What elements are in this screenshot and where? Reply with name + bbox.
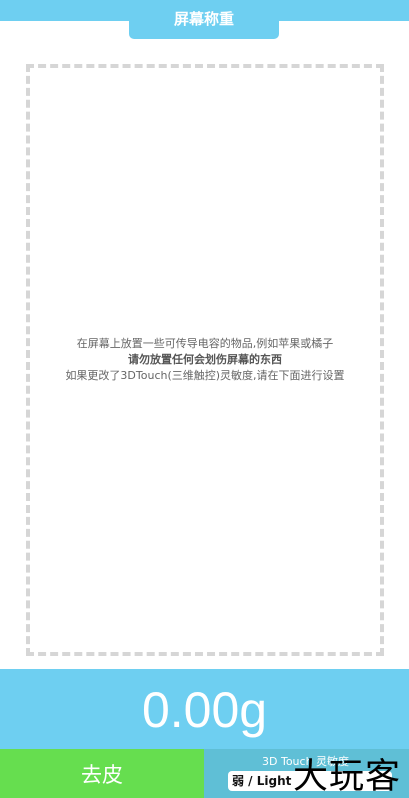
weight-value: 0.00g xyxy=(141,682,268,738)
page-title: 屏幕称重 xyxy=(173,10,234,28)
instruction-line-3: 如果更改了3DTouch(三维触控)灵敏度,请在下面进行设置 xyxy=(65,369,345,382)
sensitivity-panel: 3D Touch 灵敏度 弱 / Light 大玩客 xyxy=(204,749,409,798)
bottom-bar: 去皮 3D Touch 灵敏度 弱 / Light 大玩客 xyxy=(0,749,409,798)
instruction-line-1: 在屏幕上放置一些可传导电容的物品,例如苹果或橘子 xyxy=(76,337,334,350)
tare-button[interactable]: 去皮 xyxy=(0,749,204,798)
tare-button-label: 去皮 xyxy=(81,763,123,787)
weight-display: 0.00g xyxy=(0,669,409,749)
weighing-area[interactable]: 在屏幕上放置一些可传导电容的物品,例如苹果或橘子 请勿放置任何会划伤屏幕的东西 … xyxy=(26,64,384,656)
scale-screen: 屏幕称重 在屏幕上放置一些可传导电容的物品,例如苹果或橘子 请勿放置任何会划伤屏… xyxy=(0,0,409,798)
sensitivity-label: 3D Touch 灵敏度 xyxy=(262,755,350,768)
sensitivity-select[interactable]: 弱 / Light xyxy=(228,771,392,791)
title-tab: 屏幕称重 xyxy=(129,0,279,39)
instruction-warning: 请勿放置任何会划伤屏幕的东西 xyxy=(128,353,282,366)
